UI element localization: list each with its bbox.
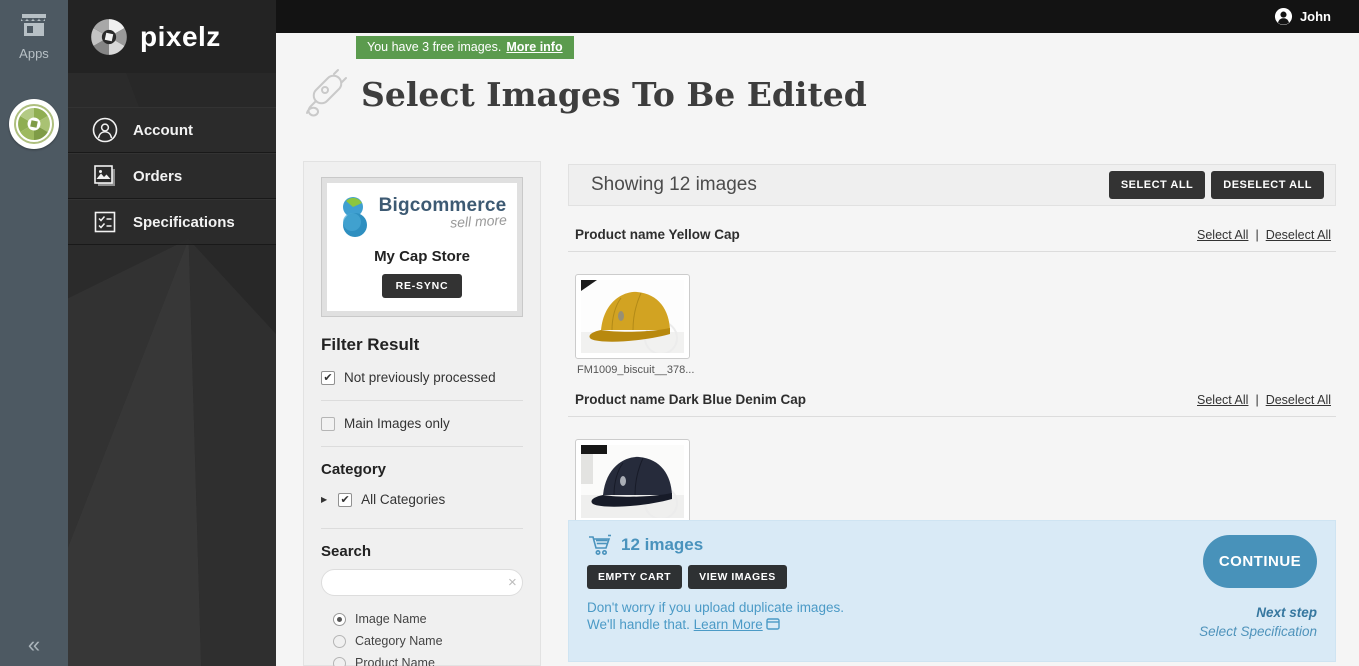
app-column: Apps « <box>0 0 68 666</box>
deselect-all-button[interactable]: DESELECT ALL <box>1211 171 1324 199</box>
sidebar: pixelz Account Orders Specifications <box>68 0 276 666</box>
divider <box>568 416 1336 417</box>
radio-label: Product Name <box>355 656 435 666</box>
filter-not-previously-processed[interactable]: ✔ Not previously processed <box>321 365 523 390</box>
results-count: Showing 12 images <box>591 174 757 195</box>
brand-name: pixelz <box>140 20 221 52</box>
link-separator: | <box>1255 393 1259 407</box>
continue-button[interactable]: CONTINUE <box>1203 535 1317 588</box>
specifications-checklist-icon <box>94 211 116 233</box>
results-header: Showing 12 images SELECT ALL DESELECT AL… <box>568 164 1336 206</box>
dark-blue-cap-image <box>581 445 684 520</box>
store-name: My Cap Store <box>374 248 470 265</box>
checkbox-label: Main Images only <box>344 416 450 431</box>
next-step-title: Next step <box>1256 605 1317 620</box>
account-person-icon <box>92 117 118 143</box>
divider <box>568 251 1336 252</box>
search-option-category-name[interactable]: Category Name <box>321 630 523 652</box>
more-info-link[interactable]: More info <box>506 40 562 54</box>
sidebar-item-label: Account <box>133 121 193 139</box>
link-separator: | <box>1255 228 1259 242</box>
group-select-all-link[interactable]: Select All <box>1197 393 1248 407</box>
group-deselect-all-link[interactable]: Deselect All <box>1266 228 1331 242</box>
pixelz-app-logo[interactable] <box>9 99 59 149</box>
sidebar-collapse-button[interactable]: « <box>0 632 68 658</box>
checkbox-label: Not previously processed <box>344 370 496 385</box>
image-thumbnail[interactable] <box>575 439 690 524</box>
group-deselect-all-link[interactable]: Deselect All <box>1266 393 1331 407</box>
search-box: × <box>321 569 523 596</box>
main-area: John You have 3 free images. More info S… <box>276 0 1359 666</box>
cart-icon <box>589 534 611 555</box>
radio-label: Category Name <box>355 634 443 648</box>
search-title: Search <box>321 543 372 560</box>
orders-photos-icon <box>94 165 115 186</box>
divider <box>321 446 523 447</box>
filter-main-images-only[interactable]: Main Images only <box>321 411 523 436</box>
results-area: Showing 12 images SELECT ALL DESELECT AL… <box>568 164 1336 524</box>
resync-button[interactable]: RE-SYNC <box>381 274 463 298</box>
sidebar-item-orders[interactable]: Orders <box>68 153 276 199</box>
apps-button[interactable]: Apps <box>0 12 68 61</box>
category-all-categories[interactable]: ▶ ✔ All Categories <box>321 487 523 512</box>
pixelz-aperture-green-icon <box>14 104 54 144</box>
checkbox-checked-icon[interactable]: ✔ <box>338 492 353 507</box>
radio-selected-icon[interactable] <box>333 612 346 626</box>
select-all-button[interactable]: SELECT ALL <box>1108 171 1206 199</box>
user-name: John <box>1299 9 1331 24</box>
product-name: Product name Yellow Cap <box>575 227 740 242</box>
sidebar-item-label: Orders <box>133 167 183 185</box>
banner-text: You have 3 free images. <box>367 40 502 54</box>
external-window-icon <box>766 618 781 630</box>
page-header: Select Images To Be Edited <box>298 68 867 120</box>
sidebar-item-account[interactable]: Account <box>68 107 276 153</box>
yellow-cap-image <box>581 280 684 355</box>
tree-expand-icon[interactable]: ▶ <box>321 495 327 504</box>
bigcommerce-logo-icon <box>342 197 367 237</box>
image-filename: FM1009_biscuit__378... <box>577 364 695 376</box>
cart-count: 12 images <box>621 535 704 554</box>
view-images-button[interactable]: VIEW IMAGES <box>688 565 787 589</box>
sidebar-item-specifications[interactable]: Specifications <box>68 199 276 245</box>
search-option-image-name[interactable]: Image Name <box>321 608 523 630</box>
divider <box>321 400 523 401</box>
product-group-dark-blue-denim-cap: Product name Dark Blue Denim Cap Select … <box>568 392 1336 524</box>
next-step: Next step Select Specification <box>1199 605 1317 639</box>
radio-icon[interactable] <box>333 656 346 666</box>
sidebar-nav: Account Orders Specifications <box>68 107 276 245</box>
empty-cart-button[interactable]: EMPTY CART <box>587 565 683 589</box>
storefront-icon <box>21 14 46 36</box>
clear-search-icon[interactable]: × <box>508 574 517 591</box>
product-name: Product name Dark Blue Denim Cap <box>575 392 807 407</box>
cart-note-line2: We'll handle that. <box>587 617 690 632</box>
image-thumbnail[interactable] <box>575 274 690 359</box>
pixelz-aperture-icon <box>91 18 127 55</box>
search-option-product-name[interactable]: Product Name <box>321 652 523 666</box>
product-group-yellow-cap: Product name Yellow Cap Select All | Desel… <box>568 227 1336 376</box>
checkbox-unchecked-icon[interactable] <box>321 416 335 431</box>
brand-header[interactable]: pixelz <box>68 0 276 73</box>
next-step-value: Select Specification <box>1199 624 1317 639</box>
user-menu[interactable]: John <box>1274 7 1331 26</box>
free-images-banner: You have 3 free images. More info <box>356 36 574 59</box>
group-select-all-link[interactable]: Select All <box>1197 228 1248 242</box>
sidebar-item-label: Specifications <box>133 213 235 231</box>
filter-panel: Bigcommerce sell more My Cap Store RE-SY… <box>303 161 541 666</box>
search-input[interactable] <box>332 575 508 590</box>
page-title: Select Images To Be Edited <box>361 74 867 114</box>
apps-label: Apps <box>19 46 49 61</box>
divider <box>321 528 523 529</box>
category-label: All Categories <box>361 492 446 507</box>
checkbox-checked-icon[interactable]: ✔ <box>321 370 335 385</box>
radio-label: Image Name <box>355 612 427 626</box>
cart-bar: 12 images EMPTY CART VIEW IMAGES Don't w… <box>568 520 1336 662</box>
category-title: Category <box>321 461 387 478</box>
filter-title: Filter Result <box>321 335 420 354</box>
plug-icon <box>306 69 347 117</box>
user-avatar-icon <box>1274 7 1292 26</box>
radio-icon[interactable] <box>333 634 346 648</box>
top-bar: John <box>276 0 1359 33</box>
store-card: Bigcommerce sell more My Cap Store RE-SY… <box>321 177 523 317</box>
learn-more-link[interactable]: Learn More <box>694 617 763 632</box>
